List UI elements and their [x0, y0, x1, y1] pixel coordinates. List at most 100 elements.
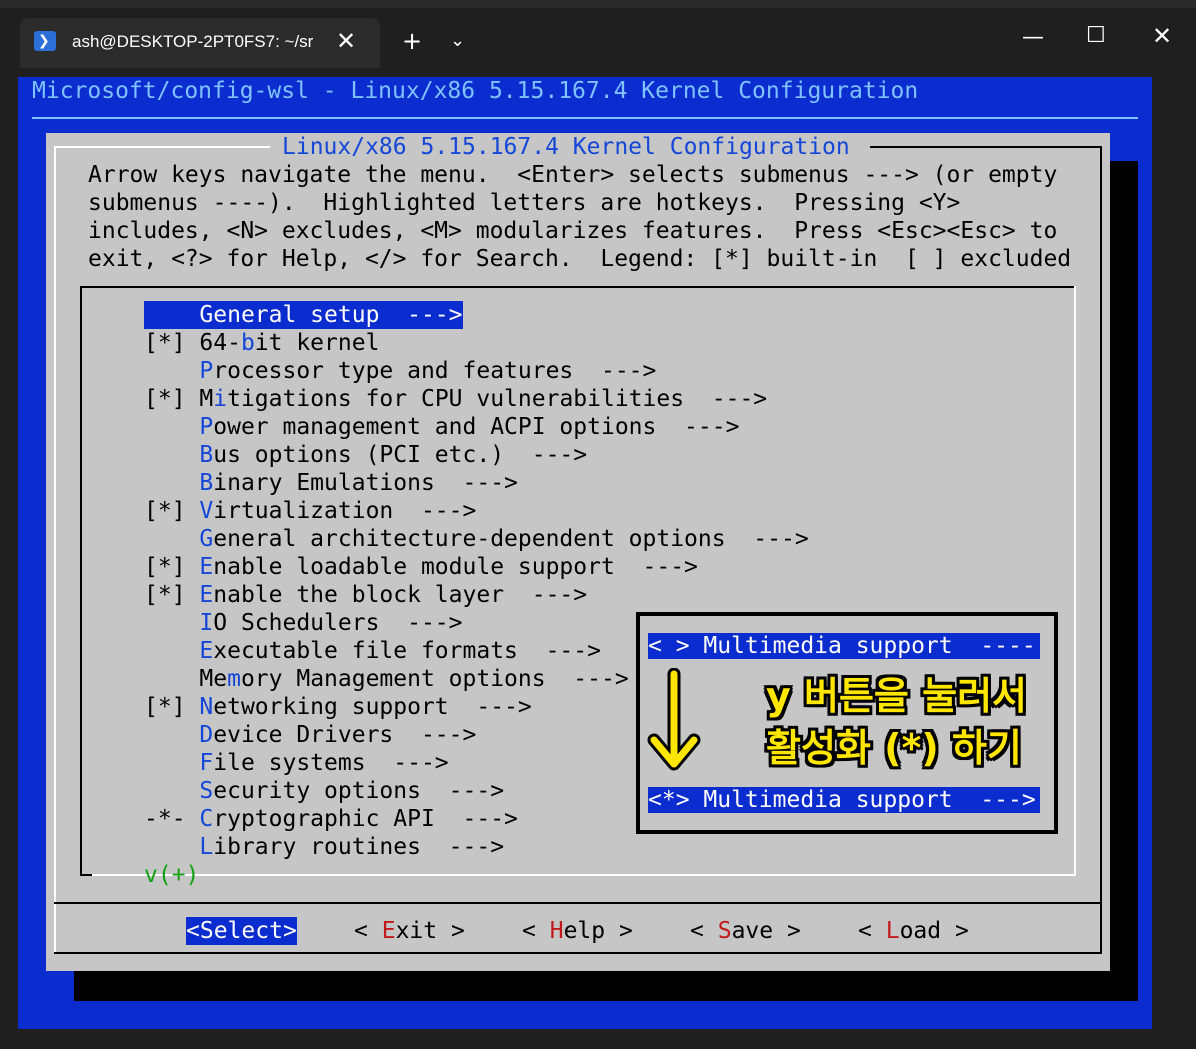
- dialog-border: [1100, 146, 1102, 954]
- annotation-caption-line1: y 버튼을 눌러서: [766, 674, 1027, 718]
- scroll-more-indicator: v(+): [144, 862, 200, 888]
- button-label: Select>: [199, 918, 297, 944]
- menu-item-hotkey: C: [199, 806, 214, 832]
- menu-item[interactable]: File systems --->: [144, 749, 449, 777]
- menu-item-label: ibrary routines --->: [213, 834, 505, 860]
- menu-item-hotkey: N: [199, 694, 214, 720]
- menu-item[interactable]: Memory Management options --->: [144, 665, 629, 693]
- menu-item[interactable]: Processor type and features --->: [144, 357, 656, 385]
- menu-item-label: us options (PCI etc.) --->: [213, 442, 588, 468]
- menu-item-label: ecurity options --->: [213, 778, 505, 804]
- menu-item-label: it kernel: [254, 330, 380, 356]
- menu-item-label: ory Management options --->: [240, 666, 629, 692]
- menu-item-state: [144, 442, 199, 468]
- help-line: Arrow keys navigate the menu. <Enter> se…: [88, 162, 1058, 188]
- menu-item-hotkey: G: [199, 302, 214, 328]
- menu-item-hotkey: V: [199, 498, 214, 524]
- menu-item-hotkey: S: [199, 778, 214, 804]
- menu-item[interactable]: Security options --->: [144, 777, 504, 805]
- menu-item-state: -*-: [144, 806, 200, 832]
- menu-item[interactable]: [*] Enable the block layer --->: [144, 581, 587, 609]
- dialog-title: Linux/x86 5.15.167.4 Kernel Configuratio…: [272, 133, 860, 161]
- menu-item[interactable]: General setup --->: [144, 301, 463, 329]
- dialog-border: [54, 146, 56, 954]
- button-hotkey: E: [381, 918, 396, 944]
- dialog-border: [54, 146, 270, 148]
- menu-item[interactable]: [*] Networking support --->: [144, 693, 532, 721]
- button-label: <: [690, 918, 718, 944]
- menu-item[interactable]: [*] 64-bit kernel: [144, 329, 379, 357]
- dialog-border: [54, 952, 1102, 954]
- new-tab-button[interactable]: +: [402, 26, 422, 56]
- minimize-button[interactable]: —: [1022, 24, 1044, 52]
- menu-item-state: [144, 638, 199, 664]
- menu-item-label: M: [199, 386, 214, 412]
- maximize-button[interactable]: ☐: [1086, 22, 1106, 50]
- menu-item-label: etworking support --->: [213, 694, 532, 720]
- exit-button[interactable]: < Exit >: [354, 917, 465, 945]
- select-button[interactable]: <Select>: [186, 917, 297, 945]
- menu-box-border: [80, 874, 92, 876]
- menu-item-state: [144, 834, 199, 860]
- save-button[interactable]: < Save >: [690, 917, 801, 945]
- close-tab-icon[interactable]: ✕: [336, 26, 356, 56]
- header-divider: [32, 117, 1138, 119]
- menu-item[interactable]: IO Schedulers --->: [144, 609, 462, 637]
- menu-item-label: eneral setup --->: [213, 302, 463, 328]
- menu-item-label: Me: [199, 666, 228, 692]
- button-hotkey: H: [549, 918, 564, 944]
- close-window-button[interactable]: ✕: [1152, 22, 1172, 50]
- menu-item-state: [144, 526, 199, 552]
- menu-item[interactable]: [*] Virtualization --->: [144, 497, 476, 525]
- menu-item-state: [*]: [144, 498, 200, 524]
- button-label: xit >: [395, 918, 465, 944]
- menu-item[interactable]: Power management and ACPI options --->: [144, 413, 739, 441]
- help-line: includes, <N> excludes, <M> modularizes …: [88, 218, 1058, 244]
- help-line: submenus ----). Highlighted letters are …: [88, 190, 961, 216]
- terminal-header: Microsoft/config-wsl - Linux/x86 5.15.16…: [32, 78, 919, 104]
- menu-item[interactable]: Library routines --->: [144, 833, 504, 861]
- menu-item[interactable]: General architecture-dependent options -…: [144, 525, 808, 553]
- annotation-before-row: < > Multimedia support ----: [648, 633, 1040, 659]
- button-label: ave >: [731, 918, 801, 944]
- button-label: oad >: [899, 918, 969, 944]
- menu-item-state: [144, 610, 199, 636]
- menu-item-label: irtualization --->: [213, 498, 477, 524]
- menu-item-label: rocessor type and features --->: [213, 358, 657, 384]
- button-hotkey: S: [717, 918, 732, 944]
- menu-item-hotkey: P: [199, 414, 214, 440]
- menu-item-label: tigations for CPU vulnerabilities --->: [227, 386, 768, 412]
- menu-item-state: [144, 414, 199, 440]
- menu-item[interactable]: [*] Enable loadable module support --->: [144, 553, 698, 581]
- load-button[interactable]: < Load >: [858, 917, 969, 945]
- menu-item[interactable]: Device Drivers --->: [144, 721, 476, 749]
- tab-title: ash@DESKTOP-2PT0FS7: ~/sr: [72, 32, 314, 51]
- menu-item-label: xecutable file formats --->: [213, 638, 601, 664]
- menu-item-state: [144, 302, 199, 328]
- menu-item-label: ryptographic API --->: [213, 806, 518, 832]
- menu-item-label: ile systems --->: [213, 750, 449, 776]
- menu-item-hotkey: m: [227, 666, 241, 692]
- menu-item-state: [144, 470, 199, 496]
- menu-item-state: [144, 750, 199, 776]
- menu-item-hotkey: E: [199, 554, 214, 580]
- menu-box-border: [80, 874, 1076, 876]
- dialog-border: [870, 146, 1102, 148]
- menu-item-state: [*]: [144, 330, 200, 356]
- menu-item-hotkey: i: [213, 386, 228, 412]
- menu-item-state: [*]: [144, 554, 200, 580]
- menu-item[interactable]: -*- Cryptographic API --->: [144, 805, 518, 833]
- button-bar-divider: [54, 902, 1102, 904]
- menu-item[interactable]: Binary Emulations --->: [144, 469, 518, 497]
- menu-item[interactable]: Bus options (PCI etc.) --->: [144, 441, 587, 469]
- menu-item-hotkey: E: [199, 638, 214, 664]
- button-label: elp >: [563, 918, 633, 944]
- menu-item[interactable]: Executable file formats --->: [144, 637, 601, 665]
- button-label: <: [354, 918, 382, 944]
- menu-item[interactable]: [*] Mitigations for CPU vulnerabilities …: [144, 385, 767, 413]
- annotation-caption-line2: 활성화 (*) 하기: [766, 726, 1022, 770]
- help-button[interactable]: < Help >: [522, 917, 633, 945]
- chevron-down-icon[interactable]: ⌄: [450, 28, 465, 54]
- menu-item-state: [144, 666, 199, 692]
- menu-box-border: [1074, 286, 1076, 876]
